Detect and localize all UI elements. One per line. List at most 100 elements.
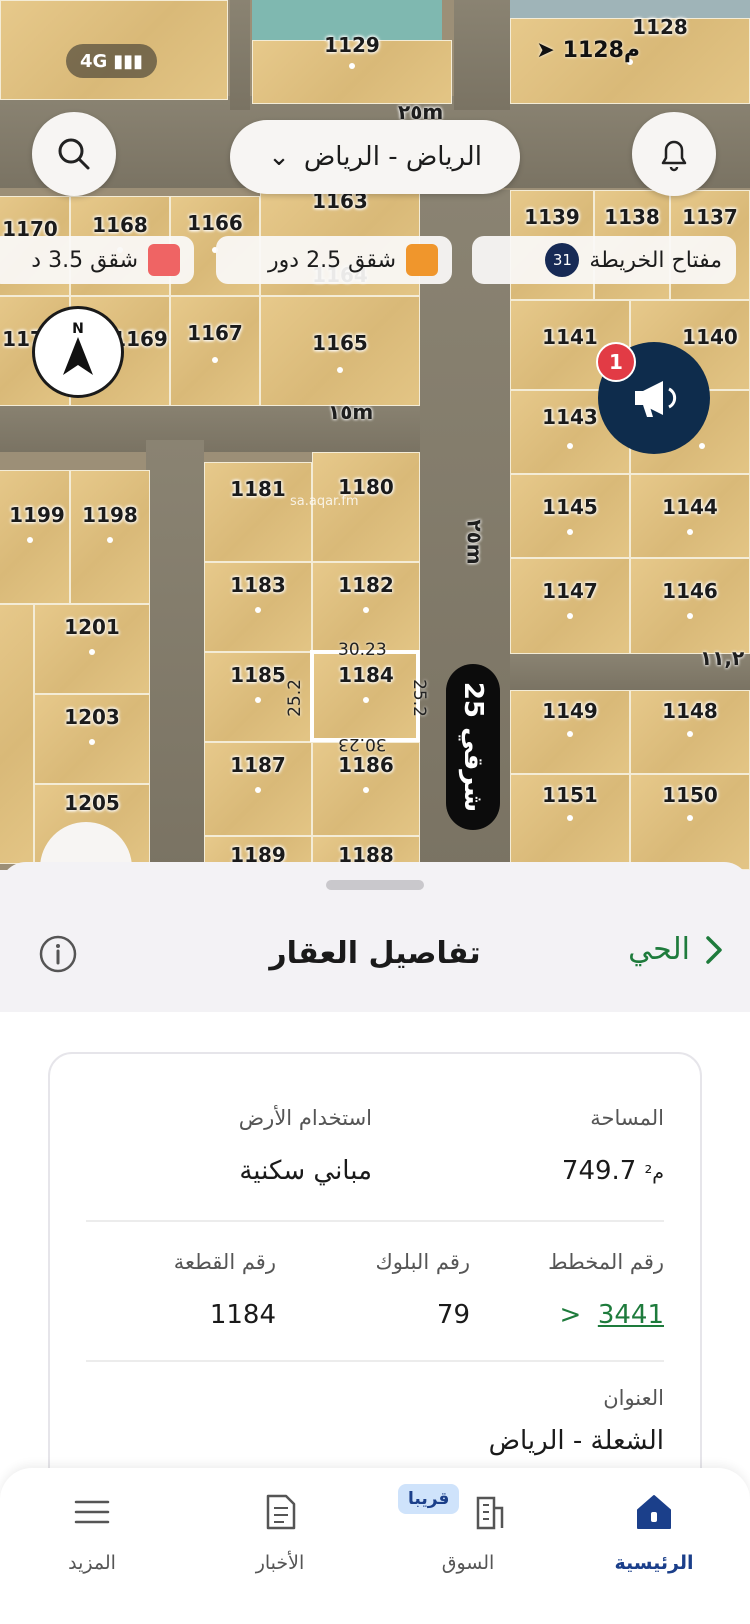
plot-1149[interactable]: 1149 bbox=[510, 690, 630, 774]
plot-1203[interactable]: 1203 bbox=[34, 694, 150, 784]
plot-dot bbox=[363, 787, 369, 793]
plot-1165[interactable]: 1165 bbox=[260, 296, 420, 406]
plot-1167[interactable]: 1167 bbox=[170, 296, 260, 406]
selected-plot-outline bbox=[310, 650, 420, 742]
area-value-row: 749.7 م² bbox=[562, 1156, 664, 1186]
bottom-tab-bar: الرئيسية السوق قريبا الأخبار المزيد bbox=[0, 1468, 750, 1624]
plot-number: 1182 bbox=[338, 573, 394, 597]
chevron-left-icon: < bbox=[559, 1300, 590, 1330]
plot-number: 1147 bbox=[542, 579, 598, 603]
plot-value: 1184 bbox=[209, 1300, 276, 1330]
plot-number: 1129 bbox=[324, 33, 380, 57]
search-icon bbox=[58, 138, 90, 170]
plot-1187[interactable]: 1187 bbox=[204, 742, 312, 836]
plot-dot bbox=[349, 63, 355, 69]
plot-dot bbox=[687, 529, 693, 535]
plot-number: 1186 bbox=[338, 753, 394, 777]
plot-number: 1201 bbox=[64, 615, 120, 639]
sheet-header: تفاصيل العقار الحي bbox=[0, 906, 750, 1006]
plot-dot bbox=[107, 537, 113, 543]
location-arrow-icon: ➤ bbox=[536, 38, 555, 63]
plot-1199[interactable]: 1199 bbox=[0, 470, 70, 604]
tab-home[interactable]: الرئيسية bbox=[584, 1490, 724, 1574]
land-use-field: استخدام الأرض مباني سكنية bbox=[239, 1106, 372, 1186]
plot-dot bbox=[337, 367, 343, 373]
search-button[interactable] bbox=[32, 112, 116, 196]
address-label: العنوان bbox=[603, 1386, 664, 1410]
plan-value[interactable]: 3441 bbox=[598, 1300, 664, 1330]
neighborhood-link[interactable]: الحي bbox=[628, 932, 724, 967]
city-selector[interactable]: ⌄ الرياض - الرياض bbox=[230, 120, 520, 194]
chevron-down-icon: ⌄ bbox=[268, 142, 290, 172]
plot-1183[interactable]: 1183 bbox=[204, 562, 312, 652]
legend-chip-label: شقق 2.5 دور bbox=[268, 247, 396, 273]
tab-news-label: الأخبار bbox=[255, 1552, 305, 1574]
plot-number: 1150 bbox=[662, 783, 718, 807]
tab-home-label: الرئيسية bbox=[614, 1552, 694, 1574]
plot-dot bbox=[567, 443, 573, 449]
signal-icon: ▮▮▮ bbox=[113, 50, 144, 72]
plot-1147[interactable]: 1147 bbox=[510, 558, 630, 654]
street-name: 25 شرقي bbox=[458, 681, 488, 813]
plot-number: 1151 bbox=[542, 783, 598, 807]
plot-1144[interactable]: 1144 bbox=[630, 474, 750, 558]
notifications-button[interactable] bbox=[632, 112, 716, 196]
plot-1151[interactable]: 1151 bbox=[510, 774, 630, 870]
map-key-label: مفتاح الخريطة bbox=[589, 247, 722, 273]
tab-news[interactable]: الأخبار bbox=[210, 1490, 350, 1574]
plot-left-edge[interactable] bbox=[0, 604, 34, 864]
plot-dot bbox=[27, 537, 33, 543]
plot-number: 1148 bbox=[662, 699, 718, 723]
plot-1201[interactable]: 1201 bbox=[34, 604, 150, 694]
plot-number: 1199 bbox=[9, 503, 65, 527]
plot-1198[interactable]: 1198 bbox=[70, 470, 150, 604]
tab-market-label: السوق bbox=[441, 1552, 495, 1574]
divider bbox=[86, 1220, 664, 1222]
compass-button[interactable]: N bbox=[32, 306, 124, 398]
plot-dot bbox=[567, 731, 573, 737]
tab-more[interactable]: المزيد bbox=[22, 1490, 162, 1574]
plot-number: 1167 bbox=[187, 321, 243, 345]
neighborhood-label: الحي bbox=[628, 932, 690, 967]
plot-number: 1205 bbox=[64, 791, 120, 815]
address-value: الشعلة - الرياض bbox=[488, 1426, 664, 1456]
map-view[interactable]: 1128 1129 1128 1170 1168 1166 11631164 1… bbox=[0, 0, 750, 870]
plot-1150[interactable]: 1150 bbox=[630, 774, 750, 870]
menu-icon bbox=[74, 1500, 110, 1524]
time-text: 1128م bbox=[562, 38, 640, 63]
legend-chip-apartments-2-5[interactable]: شقق 2.5 دور bbox=[216, 236, 452, 284]
plot-1146[interactable]: 1146 bbox=[630, 558, 750, 654]
road bbox=[146, 440, 204, 870]
plot-dot bbox=[255, 607, 261, 613]
map-key-count: 31 bbox=[545, 243, 580, 277]
plan-link[interactable]: 3441 < bbox=[548, 1300, 665, 1330]
bell-icon bbox=[661, 140, 687, 172]
plot-number: 1183 bbox=[230, 573, 286, 597]
plot-dot bbox=[687, 613, 693, 619]
road bbox=[230, 0, 250, 110]
plot-number: 1137 bbox=[682, 205, 738, 229]
land-use-value: مباني سكنية bbox=[239, 1156, 372, 1186]
plot-number: 1187 bbox=[230, 753, 286, 777]
plot-1148[interactable]: 1148 bbox=[630, 690, 750, 774]
plan-field: رقم المخطط 3441 < bbox=[548, 1250, 664, 1330]
land-use-label: استخدام الأرض bbox=[238, 1106, 372, 1130]
legend-color-swatch bbox=[148, 244, 180, 276]
map-key-button[interactable]: مفتاح الخريطة 31 bbox=[472, 236, 736, 284]
plot-1181[interactable]: 1181 bbox=[204, 462, 312, 562]
plot-1182[interactable]: 1182 bbox=[312, 562, 420, 652]
plot-1129[interactable]: 1129 bbox=[252, 33, 452, 104]
svg-text:N: N bbox=[72, 321, 84, 337]
plot-1145[interactable]: 1145 bbox=[510, 474, 630, 558]
megaphone-icon bbox=[635, 381, 677, 417]
dimension-left: 25.2 bbox=[284, 679, 305, 717]
plot-dot bbox=[89, 649, 95, 655]
plot-dot bbox=[687, 815, 693, 821]
drag-handle[interactable] bbox=[326, 880, 424, 890]
plot-dot bbox=[363, 607, 369, 613]
status-time: ➤ 1128م bbox=[536, 38, 640, 63]
plot-label: رقم القطعة bbox=[173, 1250, 276, 1274]
coming-soon-badge: قريبا bbox=[398, 1484, 460, 1514]
plot-1186[interactable]: 1186 bbox=[312, 742, 420, 836]
legend-chip-apartments-3-5[interactable]: شقق 3.5 د bbox=[0, 236, 194, 284]
